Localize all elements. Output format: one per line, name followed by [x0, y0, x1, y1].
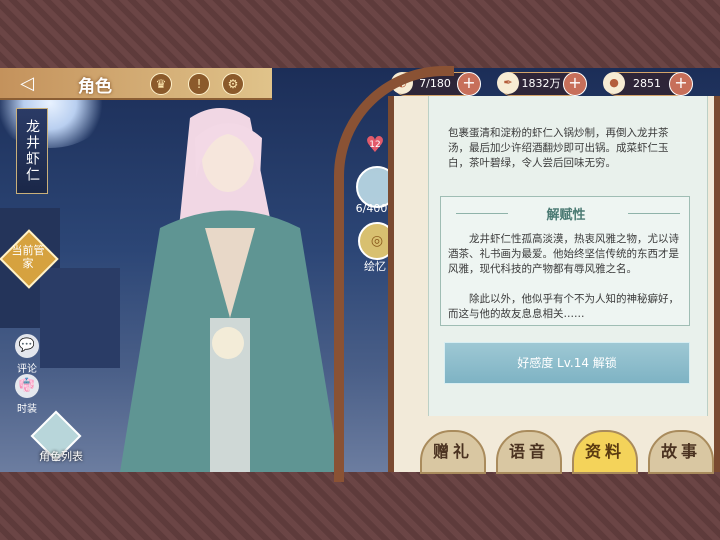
coin-icon: ●	[603, 72, 625, 94]
add-ticket-button[interactable]: +	[457, 72, 481, 96]
resource-quill: ✒ 1832万 +	[497, 72, 587, 96]
quill-icon: ✒	[497, 72, 519, 94]
outfit-label: 时装	[17, 404, 37, 415]
outfit-icon: 👘	[15, 374, 39, 398]
tab-gift[interactable]: 赠礼	[420, 430, 486, 474]
divider-right	[628, 213, 680, 214]
add-quill-button[interactable]: +	[563, 72, 587, 96]
resource-coin-value: 2851	[633, 77, 661, 90]
tab-voice[interactable]: 语音	[496, 430, 562, 474]
intro-text: 包裹蛋清和淀粉的虾仁入锅炒制，再倒入龙井茶汤，最后加少许绍酒翻炒即可出锅。成菜虾…	[448, 127, 669, 169]
unlock-banner: 好感度 Lv.14 解锁	[444, 342, 690, 384]
character-portrait[interactable]	[100, 98, 360, 472]
tab-story[interactable]: 故事	[648, 430, 714, 474]
resource-coin: ● 2851 +	[603, 72, 693, 96]
comment-icon: 💬	[15, 334, 39, 358]
tab-bar: 赠礼 语音 资料 故事	[420, 430, 720, 474]
resource-quill-value: 1832万	[521, 77, 561, 90]
section-para-2: 除此以外，他似乎有个不为人知的神秘癖好，而这与他的故友息息相关……	[448, 293, 679, 320]
outfit-button[interactable]: 👘 时装	[10, 374, 44, 415]
section-para-1: 龙井虾仁性孤高淡漠，热衷风雅之物，尤以诗酒茶、礼书画为最爱。他始终坚信传统的东西…	[448, 233, 679, 275]
add-coin-button[interactable]: +	[669, 72, 693, 96]
crown-icon[interactable]: ♛	[150, 73, 172, 95]
comment-button[interactable]: 💬 评论	[10, 334, 44, 375]
frame-bottom	[0, 472, 720, 540]
role-list-button[interactable]: 角色列表	[16, 410, 90, 463]
gear-icon[interactable]: ⚙	[222, 73, 244, 95]
tab-profile[interactable]: 资料	[572, 430, 638, 474]
page-title: 角色	[78, 77, 112, 97]
alert-icon[interactable]: !	[188, 73, 210, 95]
section-title: 解赋性	[546, 208, 586, 223]
manager-label: 当前管家	[11, 244, 45, 270]
character-name: 龙井虾仁	[16, 108, 48, 194]
role-list-label: 角色列表	[39, 450, 83, 463]
frame-top	[0, 0, 720, 68]
divider-left	[456, 213, 508, 214]
back-arrow-icon[interactable]: ◁	[14, 74, 40, 94]
